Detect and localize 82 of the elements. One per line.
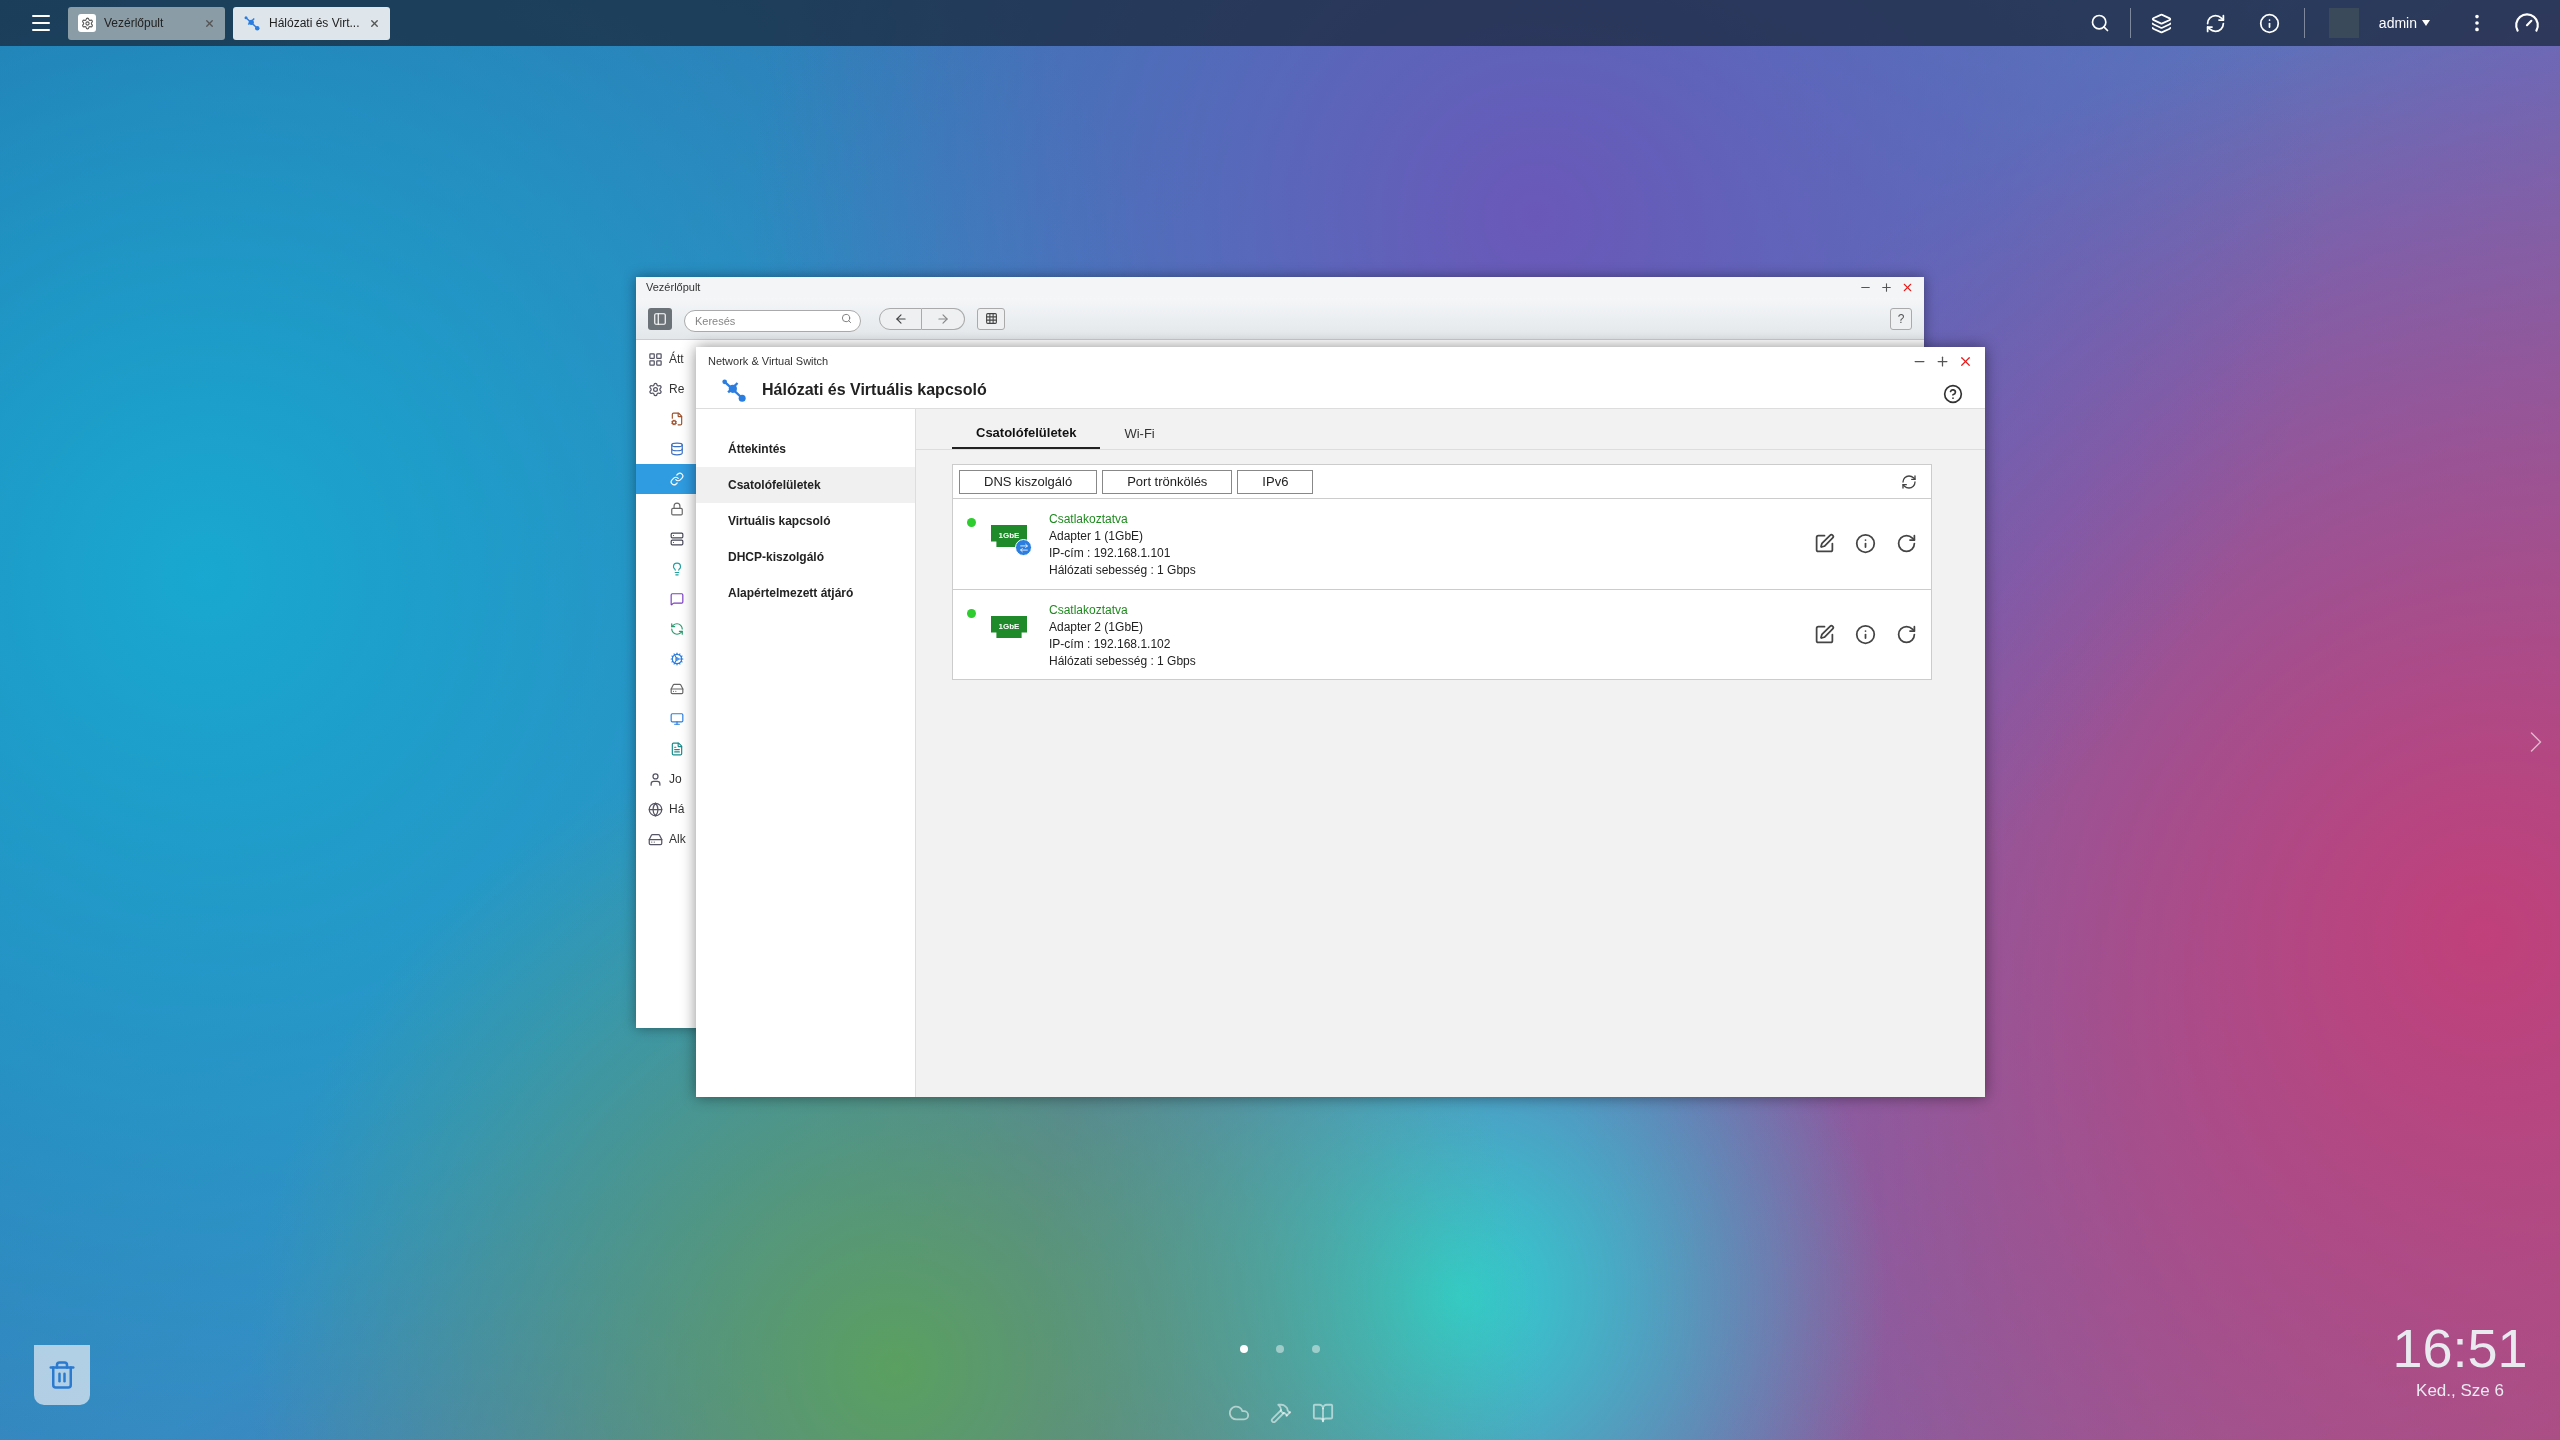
page-indicator[interactable] bbox=[1240, 1345, 1248, 1353]
sidebar-toggle-button[interactable] bbox=[648, 307, 672, 330]
tab[interactable]: Csatolófelületek bbox=[952, 418, 1101, 449]
close-icon[interactable] bbox=[204, 17, 215, 29]
toolbar-button[interactable]: DNS kiszolgáló bbox=[959, 469, 1098, 494]
apps-grid-button[interactable] bbox=[977, 307, 1005, 330]
lightbulb-icon bbox=[670, 562, 684, 576]
drive-icon bbox=[670, 682, 684, 696]
edit-icon[interactable] bbox=[1814, 624, 1835, 645]
sidebar-item[interactable]: Alk bbox=[636, 824, 696, 854]
network-switch-icon bbox=[243, 14, 261, 32]
network-port-badge: 1GbE bbox=[991, 525, 1027, 547]
app-tab[interactable]: Hálózati és Virt... bbox=[233, 6, 390, 40]
search-field[interactable]: Keresés bbox=[684, 309, 861, 332]
sidebar-item[interactable]: Csatolófelületek bbox=[696, 467, 915, 503]
adapter-name: Adapter 1 (1GbE) bbox=[1049, 528, 1145, 545]
search-icon bbox=[841, 312, 852, 324]
document-icon bbox=[670, 742, 684, 756]
sidebar-item[interactable]: Jo bbox=[636, 764, 696, 794]
sidebar-item[interactable]: Virtuális kapcsoló bbox=[696, 503, 915, 539]
toolbar-button[interactable]: IPv6 bbox=[1237, 469, 1314, 494]
forward-arrow-icon bbox=[936, 311, 950, 326]
sidebar-item[interactable]: Re bbox=[636, 374, 696, 404]
sidebar-item[interactable] bbox=[636, 464, 696, 494]
window-title: Vezérlőpult bbox=[646, 280, 701, 296]
user-name[interactable]: admin bbox=[2378, 12, 2417, 34]
database-icon bbox=[670, 442, 684, 456]
grid-icon bbox=[648, 351, 663, 367]
gear-icon bbox=[80, 16, 94, 30]
sidebar-panel-icon bbox=[653, 311, 667, 326]
message-icon bbox=[670, 592, 684, 606]
sidebar-item[interactable]: Alapértelmezett átjáró bbox=[696, 575, 915, 611]
file-settings-icon bbox=[670, 412, 684, 426]
clock-date: Ked., Sze 6 bbox=[2416, 1380, 2504, 1402]
grid-icon bbox=[984, 312, 998, 325]
info-icon[interactable] bbox=[1855, 624, 1876, 645]
app-tab[interactable]: Vezérlőpult bbox=[68, 6, 225, 40]
server-icon bbox=[670, 532, 684, 546]
user-icon bbox=[648, 771, 663, 787]
close-icon[interactable] bbox=[369, 17, 380, 29]
gear-icon bbox=[670, 652, 684, 666]
close-icon[interactable] bbox=[1901, 281, 1914, 294]
monitor-icon bbox=[670, 712, 684, 726]
network-speed: Hálózati sebesség : 1 Gbps bbox=[1049, 562, 1196, 579]
search-icon[interactable] bbox=[2089, 13, 2110, 33]
window-heading: Hálózati és Virtuális kapcsoló bbox=[762, 379, 987, 400]
globe-icon bbox=[648, 801, 663, 817]
maximize-icon[interactable] bbox=[1880, 281, 1893, 294]
sidebar-item[interactable]: Áttekintés bbox=[696, 431, 915, 467]
sidebar-item[interactable]: Há bbox=[636, 794, 696, 824]
refresh-icon[interactable] bbox=[1901, 473, 1917, 490]
stack-icon[interactable] bbox=[2150, 12, 2172, 34]
help-button[interactable]: ? bbox=[1890, 307, 1912, 330]
ip-address: IP-cím : 192.168.1.102 bbox=[1049, 636, 1172, 653]
refresh-icon bbox=[670, 622, 684, 636]
maximize-icon[interactable] bbox=[1935, 353, 1950, 369]
window-title: Network & Virtual Switch bbox=[708, 353, 829, 369]
drive-icon bbox=[648, 831, 663, 847]
info-icon[interactable] bbox=[1855, 533, 1876, 554]
clock-time: 16:51 bbox=[2392, 1318, 2528, 1378]
adapter-name: Adapter 2 (1GbE) bbox=[1049, 619, 1145, 636]
link-icon bbox=[670, 472, 684, 486]
network-port-badge: 1GbE bbox=[991, 616, 1027, 638]
tab[interactable]: Wi-Fi bbox=[1100, 418, 1179, 449]
trash-icon[interactable] bbox=[34, 1345, 90, 1405]
connection-status: Csatlakoztatva bbox=[1049, 602, 1129, 619]
edit-icon[interactable] bbox=[1814, 533, 1835, 554]
sidebar-item[interactable]: DHCP-kiszolgáló bbox=[696, 539, 915, 575]
caret-icon[interactable] bbox=[2422, 20, 2430, 26]
back-arrow-icon bbox=[893, 311, 908, 326]
ip-address: IP-cím : 192.168.1.101 bbox=[1049, 545, 1172, 562]
ip-refresh-icon[interactable] bbox=[1896, 533, 1917, 554]
ip-refresh-icon[interactable] bbox=[1896, 624, 1917, 645]
lock-icon bbox=[670, 502, 684, 516]
connection-status: Csatlakoztatva bbox=[1049, 511, 1129, 528]
settings-icon bbox=[648, 381, 663, 397]
back-button[interactable] bbox=[879, 307, 922, 330]
sync-icon[interactable] bbox=[2204, 12, 2226, 34]
sidebar-item[interactable]: Átt bbox=[636, 344, 696, 374]
help-icon[interactable] bbox=[1943, 383, 1963, 404]
toolbar-button[interactable]: Port trönkölés bbox=[1102, 469, 1233, 494]
network-speed: Hálózati sebesség : 1 Gbps bbox=[1049, 653, 1196, 670]
